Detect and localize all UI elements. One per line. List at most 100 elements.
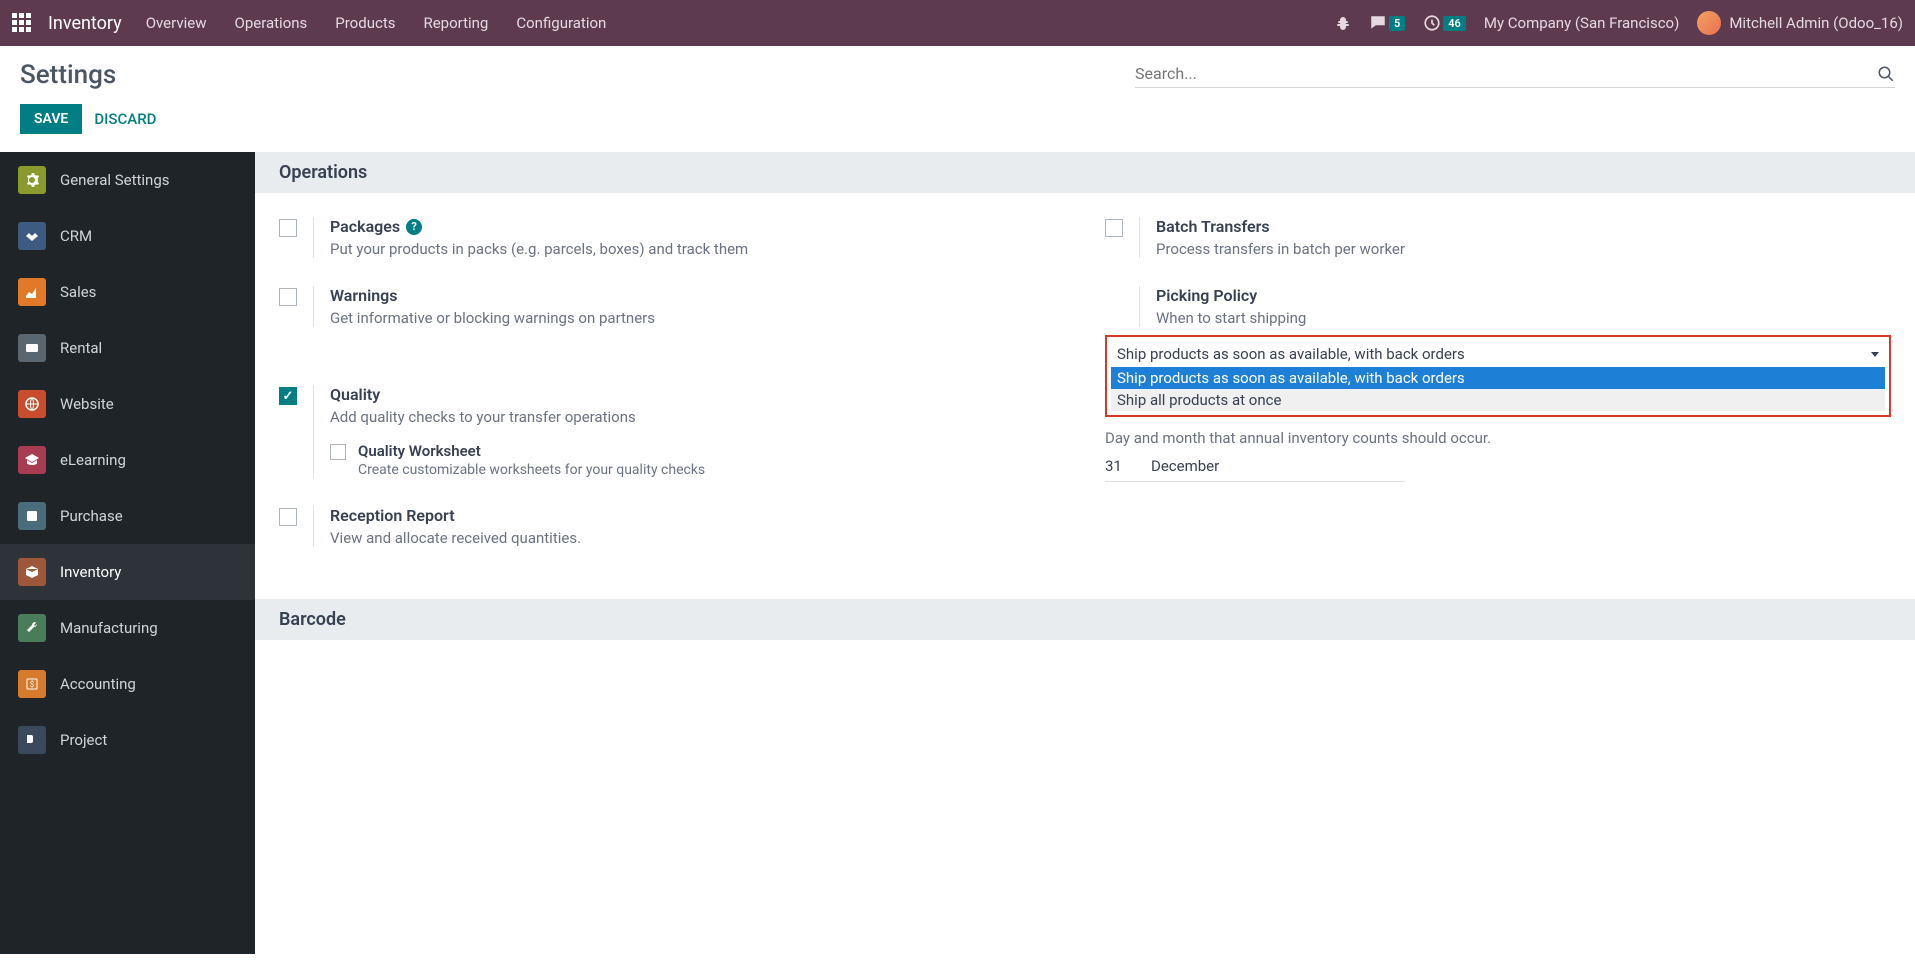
sidebar-item-label: CRM <box>60 227 92 245</box>
nav-menu-reporting[interactable]: Reporting <box>423 14 488 32</box>
user-menu[interactable]: Mitchell Admin (Odoo_16) <box>1697 11 1903 35</box>
sidebar-item-label: Accounting <box>60 675 136 693</box>
cart-icon <box>18 502 46 530</box>
sidebar-item-project[interactable]: Project <box>0 712 255 768</box>
search-icon[interactable] <box>1877 65 1895 83</box>
warnings-checkbox[interactable] <box>279 288 297 306</box>
nav-menu-products[interactable]: Products <box>335 14 395 32</box>
company-selector[interactable]: My Company (San Francisco) <box>1484 14 1679 32</box>
warnings-title: Warnings <box>330 286 1065 305</box>
picking-policy-options: Ship products as soon as available, with… <box>1111 367 1885 411</box>
box-icon <box>18 558 46 586</box>
caret-down-icon <box>1871 352 1879 357</box>
sidebar-item-inventory[interactable]: Inventory <box>0 544 255 600</box>
reception-checkbox[interactable] <box>279 508 297 526</box>
setting-reception: Reception Report View and allocate recei… <box>279 506 1065 547</box>
gear-icon <box>18 166 46 194</box>
quality-desc: Add quality checks to your transfer oper… <box>330 408 1065 426</box>
messages-icon[interactable]: 5 <box>1369 14 1405 32</box>
batch-title: Batch Transfers <box>1156 217 1891 236</box>
quality-worksheet-desc: Create customizable worksheets for your … <box>358 462 1065 478</box>
sidebar-item-label: Manufacturing <box>60 619 158 637</box>
page-header: Settings <box>0 46 1915 90</box>
settings-sidebar: General Settings CRM Sales Rental Websit… <box>0 152 255 954</box>
user-name: Mitchell Admin (Odoo_16) <box>1729 14 1903 32</box>
picking-option-1[interactable]: Ship all products at once <box>1111 389 1885 411</box>
annual-inventory-row: 31 December <box>1105 457 1405 482</box>
user-avatar-icon <box>1697 11 1721 35</box>
activities-icon[interactable]: 46 <box>1423 14 1466 32</box>
nav-menu-overview[interactable]: Overview <box>146 14 207 32</box>
packages-desc: Put your products in packs (e.g. parcels… <box>330 240 1065 258</box>
settings-content[interactable]: Operations Packages ? Put your products … <box>255 152 1915 954</box>
app-title[interactable]: Inventory <box>48 13 122 34</box>
section-barcode: Barcode <box>255 599 1915 640</box>
nav-menu: Overview Operations Products Reporting C… <box>146 14 607 32</box>
batch-desc: Process transfers in batch per worker <box>1156 240 1891 258</box>
section-operations: Operations <box>255 152 1915 193</box>
graduation-icon <box>18 446 46 474</box>
top-navbar: Inventory Overview Operations Products R… <box>0 0 1915 46</box>
sidebar-item-crm[interactable]: CRM <box>0 208 255 264</box>
globe-icon <box>18 390 46 418</box>
debug-icon[interactable] <box>1335 15 1351 31</box>
sidebar-item-label: Inventory <box>60 563 121 581</box>
search-wrap <box>1135 60 1895 88</box>
sidebar-item-manufacturing[interactable]: Manufacturing <box>0 600 255 656</box>
save-button[interactable]: SAVE <box>20 104 82 134</box>
sidebar-item-label: Sales <box>60 283 96 301</box>
setting-packages: Packages ? Put your products in packs (e… <box>279 217 1065 258</box>
handshake-icon <box>18 222 46 250</box>
batch-checkbox[interactable] <box>1105 219 1123 237</box>
search-input[interactable] <box>1135 64 1877 83</box>
chart-icon <box>18 278 46 306</box>
packages-checkbox[interactable] <box>279 219 297 237</box>
apps-grid-icon[interactable] <box>12 13 32 33</box>
picking-policy-select[interactable]: Ship products as soon as available, with… <box>1111 341 1885 367</box>
annual-month-select[interactable]: December <box>1151 457 1219 475</box>
reception-desc: View and allocate received quantities. <box>330 529 1065 547</box>
money-icon: $ <box>18 670 46 698</box>
sidebar-item-general-settings[interactable]: General Settings <box>0 152 255 208</box>
sidebar-item-label: Website <box>60 395 114 413</box>
picking-policy-dropdown-highlight: Ship products as soon as available, with… <box>1105 335 1891 417</box>
sidebar-item-purchase[interactable]: Purchase <box>0 488 255 544</box>
picking-option-0[interactable]: Ship products as soon as available, with… <box>1111 367 1885 389</box>
puzzle-icon <box>18 726 46 754</box>
sidebar-item-label: Purchase <box>60 507 123 525</box>
svg-text:$: $ <box>30 680 35 689</box>
quality-checkbox[interactable] <box>279 387 297 405</box>
sidebar-item-accounting[interactable]: $ Accounting <box>0 656 255 712</box>
sidebar-item-label: eLearning <box>60 451 126 469</box>
messages-badge: 5 <box>1389 16 1405 31</box>
sidebar-item-elearning[interactable]: eLearning <box>0 432 255 488</box>
quality-title: Quality <box>330 385 1065 404</box>
help-icon[interactable]: ? <box>406 219 422 235</box>
picking-desc: When to start shipping <box>1156 309 1891 327</box>
activities-badge: 46 <box>1443 16 1466 31</box>
wrench-icon <box>18 614 46 642</box>
annual-day-input[interactable]: 31 <box>1105 457 1135 475</box>
setting-batch: Batch Transfers Process transfers in bat… <box>1105 217 1891 258</box>
setting-warnings: Warnings Get informative or blocking war… <box>279 286 1065 327</box>
picking-policy-selected-label: Ship products as soon as available, with… <box>1117 345 1465 363</box>
sidebar-item-website[interactable]: Website <box>0 376 255 432</box>
sidebar-item-sales[interactable]: Sales <box>0 264 255 320</box>
quality-worksheet-checkbox[interactable] <box>330 444 346 460</box>
sidebar-item-label: General Settings <box>60 171 170 189</box>
discard-button[interactable]: DISCARD <box>94 110 156 128</box>
action-bar: SAVE DISCARD <box>0 90 1915 152</box>
picking-title: Picking Policy <box>1156 286 1891 305</box>
setting-quality: Quality Add quality checks to your trans… <box>279 385 1065 478</box>
sidebar-item-label: Project <box>60 731 107 749</box>
sidebar-item-label: Rental <box>60 339 102 357</box>
packages-title: Packages <box>330 217 400 236</box>
sidebar-item-rental[interactable]: Rental <box>0 320 255 376</box>
nav-menu-configuration[interactable]: Configuration <box>516 14 606 32</box>
warnings-desc: Get informative or blocking warnings on … <box>330 309 1065 327</box>
reception-title: Reception Report <box>330 506 1065 525</box>
annual-inventory-desc: Day and month that annual inventory coun… <box>1105 429 1891 447</box>
nav-menu-operations[interactable]: Operations <box>235 14 308 32</box>
key-icon <box>18 334 46 362</box>
page-title: Settings <box>20 60 116 90</box>
